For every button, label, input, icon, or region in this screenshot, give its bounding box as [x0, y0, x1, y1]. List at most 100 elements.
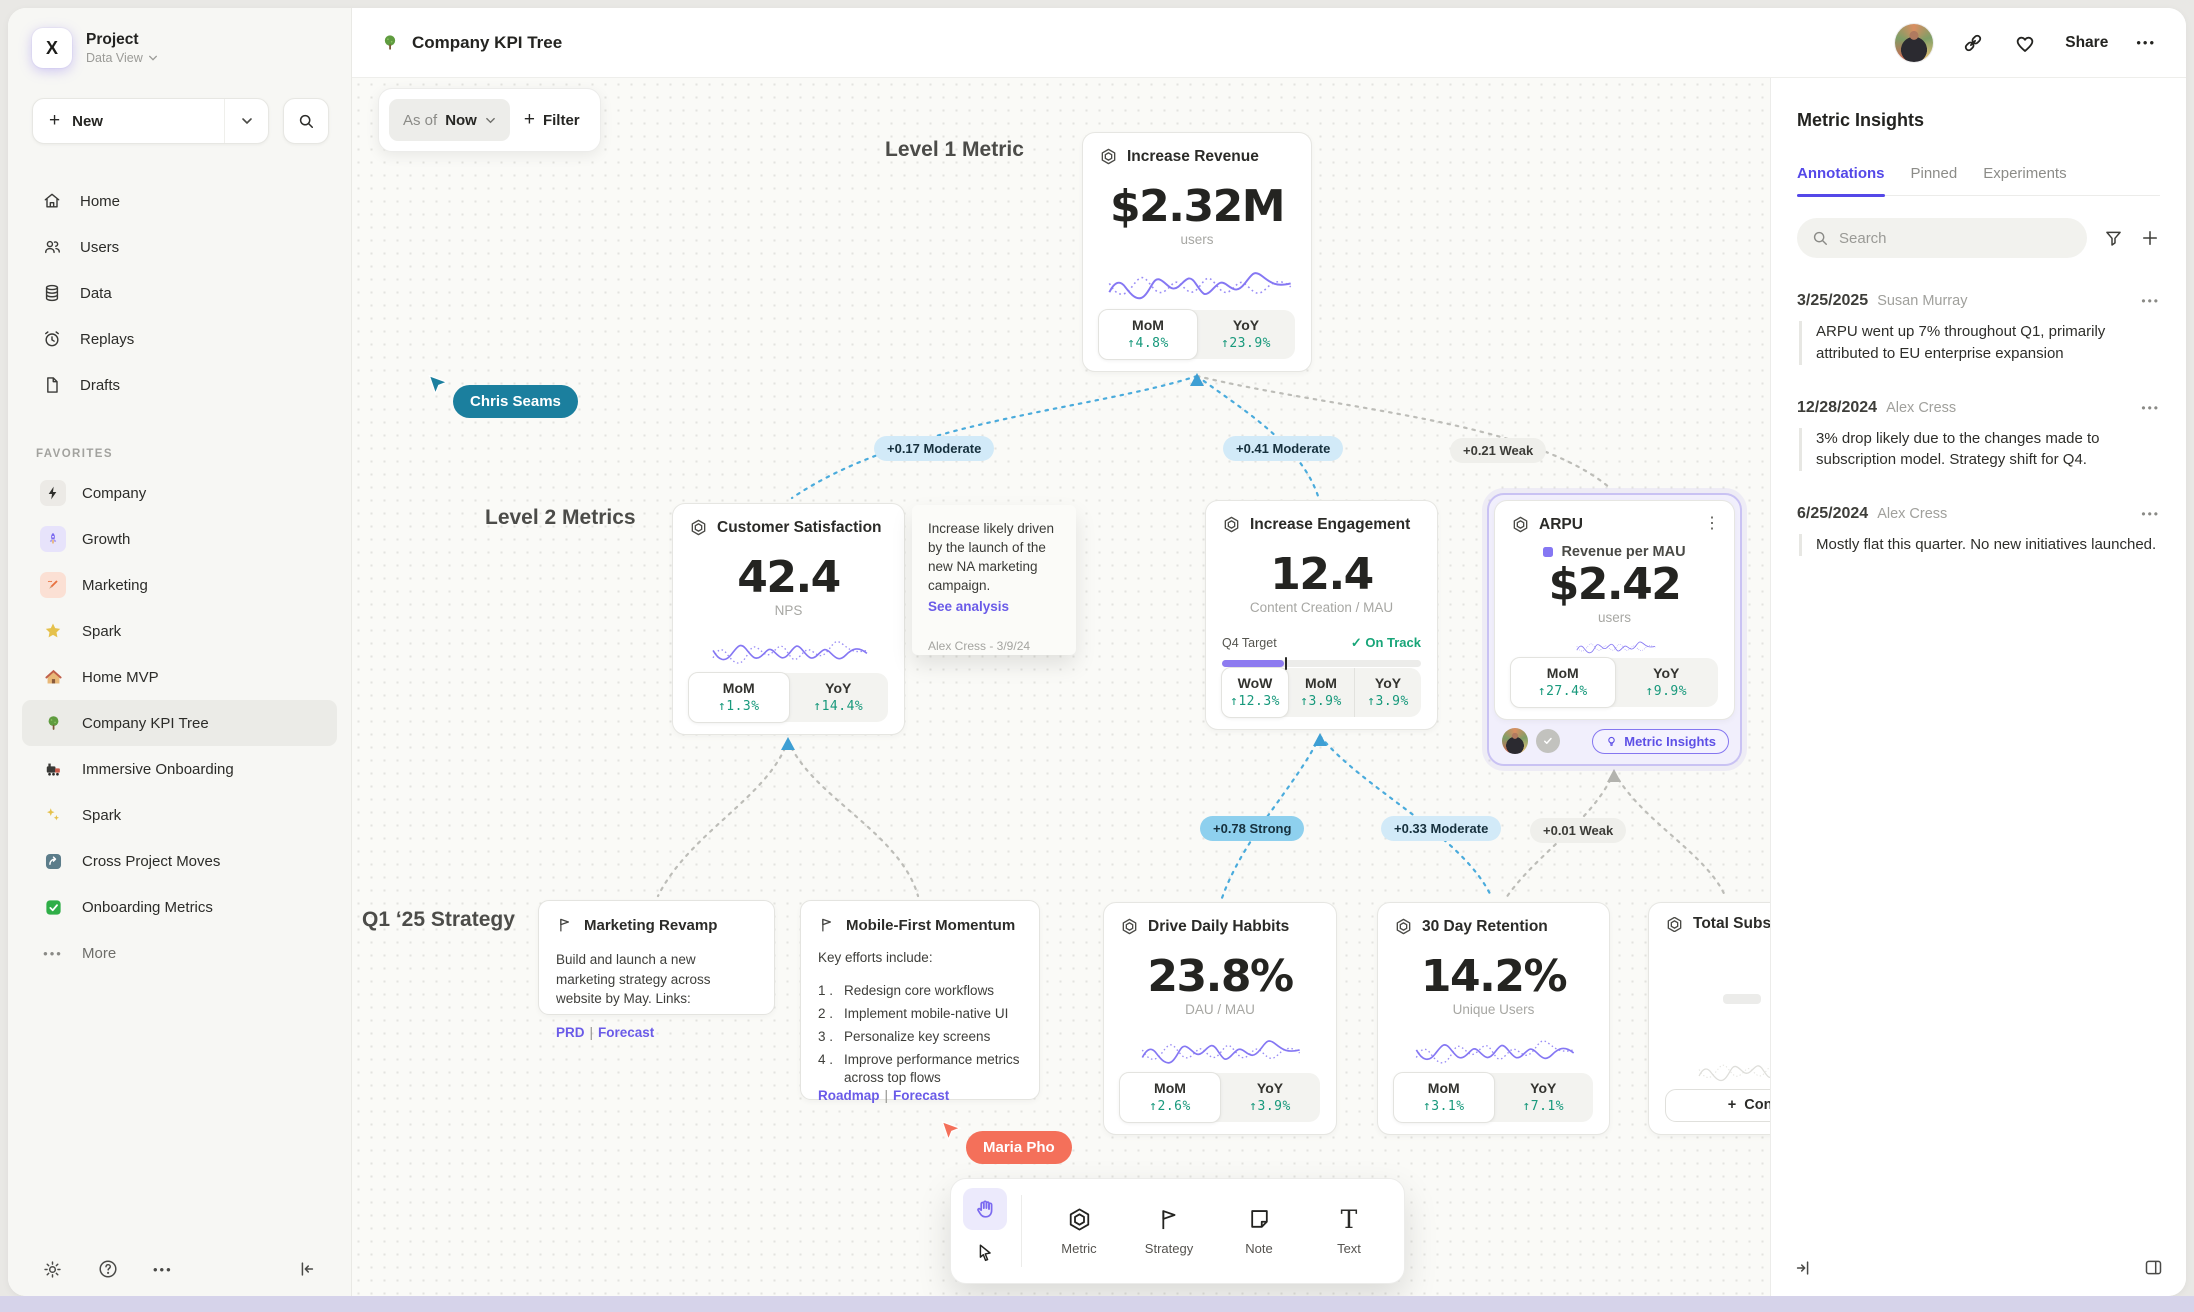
sidebar-item-data[interactable]: Data — [8, 270, 351, 316]
project-view-selector[interactable]: Data View — [86, 51, 158, 65]
metric-unit: DAU / MAU — [1120, 1002, 1320, 1017]
roadmap-link[interactable]: Roadmap — [818, 1088, 880, 1103]
strategy-tool-button[interactable]: Strategy — [1126, 1200, 1212, 1262]
flag-icon — [818, 916, 836, 934]
see-analysis-link[interactable]: See analysis — [928, 598, 1060, 617]
sidebar-item-company[interactable]: Company — [22, 470, 337, 516]
new-dropdown-button[interactable] — [224, 99, 268, 143]
gear-icon[interactable] — [42, 1259, 63, 1280]
stat-yoy[interactable]: YoY ↑23.9% — [1197, 310, 1295, 359]
metric-card-increase-revenue[interactable]: Increase Revenue $2.32M users MoM ↑4.8% … — [1082, 132, 1312, 372]
sidebar-item-replays[interactable]: Replays — [8, 316, 351, 362]
note-tool-button[interactable]: Note — [1216, 1200, 1302, 1262]
metric-card-increase-engagement[interactable]: Increase Engagement 12.4 Content Creatio… — [1205, 500, 1438, 730]
stat-yoy[interactable]: YoY ↑3.9% — [1220, 1073, 1320, 1122]
kebab-menu-icon[interactable]: ⋮ — [1704, 513, 1720, 533]
sidebar-more-actions-icon[interactable]: ••• — [153, 1262, 173, 1277]
annotation-item[interactable]: 12/28/2024 Alex Cress ••• 3% drop likely… — [1797, 399, 2160, 472]
annotation-menu-icon[interactable]: ••• — [2141, 507, 2160, 521]
avatar[interactable] — [1895, 24, 1933, 62]
sidebar-item-more[interactable]: ••• More — [22, 930, 337, 976]
sidebar-item-users[interactable]: Users — [8, 224, 351, 270]
presentation-bar — [0, 1296, 2194, 1312]
metric-card-total-subscriptions[interactable]: Total Subscriptions + Connect — [1648, 902, 1770, 1135]
sidebar-item-home-mvp[interactable]: Home MVP — [22, 654, 337, 700]
as-of-selector[interactable]: As of Now — [389, 99, 510, 141]
stat-wow[interactable]: WoW ↑12.3% — [1221, 667, 1289, 718]
annotation-item[interactable]: 3/25/2025 Susan Murray ••• ARPU went up … — [1797, 292, 2160, 365]
tree-icon — [380, 33, 400, 53]
annotations-search[interactable] — [1797, 218, 2087, 258]
stat-mom[interactable]: MoM ↑3.1% — [1393, 1072, 1495, 1123]
annotation-menu-icon[interactable]: ••• — [2141, 401, 2160, 415]
topbar-more-icon[interactable]: ••• — [2136, 35, 2156, 50]
tab-pinned[interactable]: Pinned — [1911, 165, 1958, 182]
panel-layout-icon[interactable] — [2143, 1257, 2164, 1278]
sidebar-item-spark-2[interactable]: Spark — [22, 792, 337, 838]
metric-hexagon-icon — [1066, 1206, 1093, 1233]
sidebar-item-drafts[interactable]: Drafts — [8, 362, 351, 408]
level1-label: Level 1 Metric — [885, 138, 1024, 162]
sidebar-item-immersive-onboarding[interactable]: Immersive Onboarding — [22, 746, 337, 792]
plus-icon: + — [524, 109, 535, 131]
connect-data-button[interactable]: + Connect — [1665, 1089, 1770, 1122]
add-filter-button[interactable]: + Filter — [524, 109, 580, 131]
share-button[interactable]: Share — [2065, 34, 2108, 52]
favorite-heart-icon[interactable] — [2013, 31, 2037, 55]
strategy-card-marketing-revamp[interactable]: Marketing Revamp Build and launch a new … — [538, 900, 775, 1015]
metric-card-arpu[interactable]: ARPU ⋮ Revenue per MAU $2.42 users MoM — [1494, 500, 1735, 720]
strategy-card-mobile-first-momentum[interactable]: Mobile-First Momentum Key efforts includ… — [800, 900, 1040, 1100]
sidebar-item-onboarding-metrics[interactable]: Onboarding Metrics — [22, 884, 337, 930]
metric-card-30-day-retention[interactable]: 30 Day Retention 14.2% Unique Users MoM … — [1377, 902, 1610, 1135]
help-icon[interactable] — [97, 1258, 119, 1280]
copy-link-icon[interactable] — [1961, 31, 1985, 55]
hand-tool-button[interactable] — [963, 1188, 1007, 1230]
select-tool-button[interactable] — [963, 1232, 1007, 1274]
sidebar-item-cross-project-moves[interactable]: Cross Project Moves — [22, 838, 337, 884]
prd-link[interactable]: PRD — [556, 1025, 585, 1040]
sidebar-item-marketing[interactable]: Marketing — [22, 562, 337, 608]
flag-icon — [1156, 1206, 1183, 1233]
sidebar-item-company-kpi-tree[interactable]: Company KPI Tree — [22, 700, 337, 746]
forecast-link[interactable]: Forecast — [598, 1025, 654, 1040]
sidebar: X Project Data View + New — [8, 8, 352, 1296]
metric-card-customer-satisfaction[interactable]: Customer Satisfaction 42.4 NPS MoM ↑1.3%… — [672, 503, 905, 735]
stat-mom[interactable]: MoM ↑3.9% — [1288, 668, 1354, 717]
collapse-sidebar-icon[interactable] — [297, 1259, 317, 1279]
stat-yoy[interactable]: YoY ↑3.9% — [1354, 668, 1421, 717]
note-card[interactable]: Increase likely driven by the launch of … — [912, 505, 1076, 655]
sidebar-item-spark[interactable]: Spark — [22, 608, 337, 654]
add-annotation-icon[interactable] — [2140, 228, 2160, 248]
forecast-link[interactable]: Forecast — [893, 1088, 949, 1103]
metric-card-arpu-selected[interactable]: ARPU ⋮ Revenue per MAU $2.42 users MoM — [1487, 493, 1742, 766]
stat-yoy[interactable]: YoY ↑9.9% — [1615, 658, 1719, 707]
search-input[interactable] — [1797, 218, 2087, 258]
tab-annotations[interactable]: Annotations — [1797, 165, 1885, 182]
stat-yoy[interactable]: YoY ↑7.1% — [1494, 1073, 1594, 1122]
verified-check-icon — [1536, 729, 1560, 753]
sidebar-search-button[interactable] — [283, 98, 329, 144]
sidebar-nav: Home Users Data Replays Drafts — [8, 178, 351, 408]
annotation-menu-icon[interactable]: ••• — [2141, 294, 2160, 308]
sparkline — [1099, 257, 1301, 310]
sidebar-item-home[interactable]: Home — [8, 178, 351, 224]
new-button[interactable]: + New — [32, 98, 269, 144]
stat-yoy[interactable]: YoY ↑14.4% — [789, 673, 889, 722]
text-tool-button[interactable]: T Text — [1306, 1201, 1392, 1262]
kpi-tree-canvas[interactable]: As of Now + Filter Level 1 Metric Level … — [352, 78, 1770, 1296]
metric-insights-badge[interactable]: Metric Insights — [1592, 729, 1729, 754]
metric-card-drive-daily-habbits[interactable]: Drive Daily Habbits 23.8% DAU / MAU MoM … — [1103, 902, 1337, 1135]
filter-funnel-icon[interactable] — [2103, 228, 2124, 249]
sidebar-item-growth[interactable]: Growth — [22, 516, 337, 562]
stat-mom[interactable]: MoM ↑4.8% — [1098, 309, 1198, 360]
annotation-item[interactable]: 6/25/2024 Alex Cress ••• Mostly flat thi… — [1797, 505, 2160, 556]
stat-mom[interactable]: MoM ↑2.6% — [1119, 1072, 1221, 1123]
stat-mom[interactable]: MoM ↑27.4% — [1510, 657, 1616, 708]
select-arrow-icon — [974, 1242, 996, 1264]
project-switcher[interactable]: X Project Data View — [8, 8, 351, 68]
metric-title: Customer Satisfaction — [717, 519, 882, 537]
tab-experiments[interactable]: Experiments — [1983, 165, 2066, 182]
stat-mom[interactable]: MoM ↑1.3% — [688, 672, 790, 723]
collapse-panel-icon[interactable] — [1793, 1258, 1813, 1278]
metric-tool-button[interactable]: Metric — [1036, 1200, 1122, 1262]
